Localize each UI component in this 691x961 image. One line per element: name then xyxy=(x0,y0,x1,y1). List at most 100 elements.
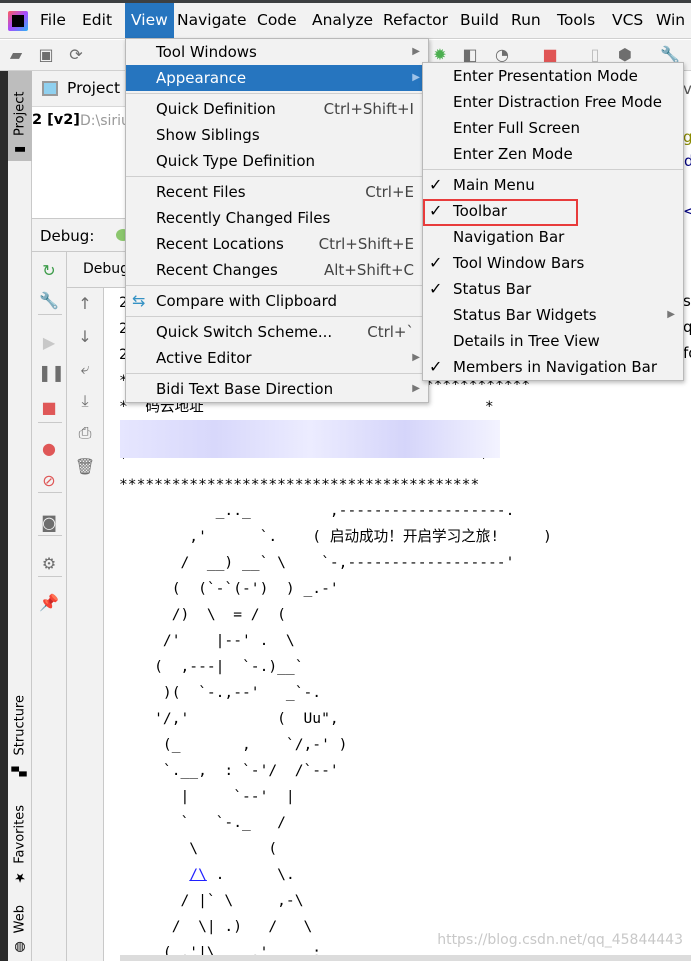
debug-actions-toolbar: ↻ 🔧 ▶ ❚❚ ■ ● ⊘ ◙ ⚙ 📌 xyxy=(32,252,67,961)
tree-item-module[interactable]: 2 [v2] xyxy=(32,112,80,128)
pin-icon[interactable]: 📌 xyxy=(38,592,60,614)
intellij-logo-icon xyxy=(8,11,28,31)
menu-navigate[interactable]: Navigate xyxy=(171,3,253,39)
trash-icon[interactable]: 🗑 xyxy=(74,456,96,478)
menu-vcs[interactable]: VCS xyxy=(606,3,649,39)
open-folder-icon[interactable]: ▰ xyxy=(6,45,26,65)
menu-item-details-in-tree-view[interactable]: Details in Tree View xyxy=(423,328,683,354)
menu-run[interactable]: Run xyxy=(505,3,547,39)
menu-item-label: Status Bar xyxy=(453,280,532,298)
menu-build[interactable]: Build xyxy=(454,3,505,39)
submenu-arrow-icon: ▶ xyxy=(412,72,420,83)
menu-item-status-bar-widgets[interactable]: Status Bar Widgets ▶ xyxy=(423,302,683,328)
submenu-arrow-icon: ▶ xyxy=(667,309,675,320)
menu-item-recent-locations[interactable]: Recent Locations Ctrl+Shift+E xyxy=(126,231,428,257)
menu-code[interactable]: Code xyxy=(251,3,303,39)
settings-wrench-icon[interactable]: 🔧 xyxy=(38,290,60,312)
shortcut-label: Ctrl+Shift+E xyxy=(318,235,414,253)
stripe-tab-structure[interactable]: ▗▘ Structure xyxy=(8,691,32,785)
menu-win[interactable]: Win xyxy=(650,3,691,39)
menu-item-enter-distraction-free-mode[interactable]: Enter Distraction Free Mode xyxy=(423,89,683,115)
debug-title: Debug: xyxy=(40,227,95,245)
menu-item-label: Appearance xyxy=(156,69,247,87)
stripe-tab-project[interactable]: ▬ Project xyxy=(8,71,32,161)
sync-icon[interactable]: ⟳ xyxy=(66,45,86,65)
project-panel-title[interactable]: Project xyxy=(67,79,120,97)
scroll-to-end-icon[interactable]: ⤓ xyxy=(74,390,96,412)
menu-item-tool-windows[interactable]: Tool Windows ▶ xyxy=(126,39,428,65)
stop-icon[interactable]: ■ xyxy=(38,397,60,419)
menu-item-quick-type-definition[interactable]: Quick Type Definition xyxy=(126,148,428,174)
console-line: ` `-._ / xyxy=(119,814,286,831)
stripe-label: Favorites xyxy=(12,805,28,864)
editor-fragment: va xyxy=(683,80,691,98)
save-icon[interactable]: ▣ xyxy=(36,45,56,65)
toolbar-highlight-box xyxy=(423,199,578,226)
console-line: \ ( xyxy=(119,840,278,857)
menu-item-label: Quick Switch Scheme... xyxy=(156,323,333,341)
menu-file[interactable]: File xyxy=(34,3,72,39)
menu-item-label: Compare with Clipboard xyxy=(156,292,338,310)
menu-item-navigation-bar[interactable]: Navigation Bar xyxy=(423,224,683,250)
submenu-arrow-icon: ▶ xyxy=(412,383,420,394)
menu-item-show-siblings[interactable]: Show Siblings xyxy=(126,122,428,148)
project-tree: 2 [v2] D:\siriu xyxy=(32,108,132,218)
print-icon[interactable]: ⎙ xyxy=(74,422,96,444)
menu-item-label: Main Menu xyxy=(453,176,535,194)
view-breakpoints-icon[interactable]: ● xyxy=(38,438,60,460)
menu-tools[interactable]: Tools xyxy=(551,3,601,39)
menu-item-enter-presentation-mode[interactable]: Enter Presentation Mode xyxy=(423,63,683,89)
resume-icon[interactable]: ▶ xyxy=(38,332,60,354)
menu-item-bidi-text-base-direction[interactable]: Bidi Text Base Direction ▶ xyxy=(126,376,428,402)
menu-item-active-editor[interactable]: Active Editor ▶ xyxy=(126,345,428,371)
menu-item-quick-switch-scheme[interactable]: Quick Switch Scheme... Ctrl+` xyxy=(126,319,428,345)
menu-item-status-bar[interactable]: ✓ Status Bar xyxy=(423,276,683,302)
menu-item-recent-files[interactable]: Recent Files Ctrl+E xyxy=(126,179,428,205)
menu-analyze[interactable]: Analyze xyxy=(306,3,379,39)
stripe-tab-favorites[interactable]: ★ Favorites xyxy=(8,801,32,889)
stripe-tab-web[interactable]: ◍ Web xyxy=(8,901,32,958)
arrow-down-icon[interactable]: ↓ xyxy=(74,326,96,348)
arrow-up-icon[interactable]: ↑ xyxy=(74,293,96,315)
mute-breakpoints-icon[interactable]: ⊘ xyxy=(38,470,60,492)
console-link[interactable]: /\ xyxy=(189,866,207,883)
menu-view[interactable]: View xyxy=(125,3,174,39)
rerun-icon[interactable]: ↻ xyxy=(38,260,60,282)
menu-edit[interactable]: Edit xyxy=(76,3,118,39)
menu-item-tool-window-bars[interactable]: ✓ Tool Window Bars xyxy=(423,250,683,276)
menu-item-label: Quick Type Definition xyxy=(156,152,316,170)
menu-item-members-in-navigation-bar[interactable]: ✓ Members in Navigation Bar xyxy=(423,354,683,380)
pause-icon[interactable]: ❚❚ xyxy=(38,362,65,384)
menu-item-compare-with-clipboard[interactable]: ⇆ Compare with Clipboard xyxy=(126,288,428,314)
menu-item-label: Recent Changes xyxy=(156,261,278,279)
console-line: ( (`-`(-') ) _.-' xyxy=(119,580,339,597)
stripe-label: Project xyxy=(12,91,28,136)
tab-debugger[interactable]: Debug xyxy=(83,261,129,277)
soft-wrap-icon[interactable]: ⤶ xyxy=(74,358,96,380)
submenu-arrow-icon: ▶ xyxy=(412,46,420,57)
globe-icon: ◍ xyxy=(12,939,28,955)
menu-item-quick-definition[interactable]: Quick Definition Ctrl+Shift+I xyxy=(126,96,428,122)
menu-separator xyxy=(126,373,428,374)
view-menu: Tool Windows ▶ Appearance ▶ Quick Definition… xyxy=(125,38,429,403)
gear-icon[interactable]: ⚙ xyxy=(38,553,60,575)
menu-item-label: Enter Presentation Mode xyxy=(453,67,638,85)
menu-item-recent-changes[interactable]: Recent Changes Alt+Shift+C xyxy=(126,257,428,283)
menu-item-appearance[interactable]: Appearance ▶ xyxy=(126,65,428,91)
menu-item-enter-zen-mode[interactable]: Enter Zen Mode xyxy=(423,141,683,167)
menu-item-recently-changed-files[interactable]: Recently Changed Files xyxy=(126,205,428,231)
camera-icon[interactable]: ◙ xyxy=(38,512,60,534)
menu-item-main-menu[interactable]: ✓ Main Menu xyxy=(423,172,683,198)
stripe-label: Web xyxy=(12,905,28,934)
check-icon: ✓ xyxy=(429,175,443,194)
check-icon: ✓ xyxy=(429,279,443,298)
structure-icon: ▗▘ xyxy=(12,761,28,782)
console-line: / __) __` \ `-,------------------' xyxy=(119,554,515,571)
menu-item-enter-full-screen[interactable]: Enter Full Screen xyxy=(423,115,683,141)
tool-window-stripe: ▬ Project ▗▘ Structure ★ Favorites ◍ Web xyxy=(8,71,32,961)
horizontal-scrollbar[interactable] xyxy=(120,955,691,961)
console-fragment: fo xyxy=(683,344,691,362)
menu-refactor[interactable]: Refactor xyxy=(377,3,454,39)
menu-item-label: Details in Tree View xyxy=(453,332,600,350)
debug-panel-header: Debug: xyxy=(32,218,132,252)
